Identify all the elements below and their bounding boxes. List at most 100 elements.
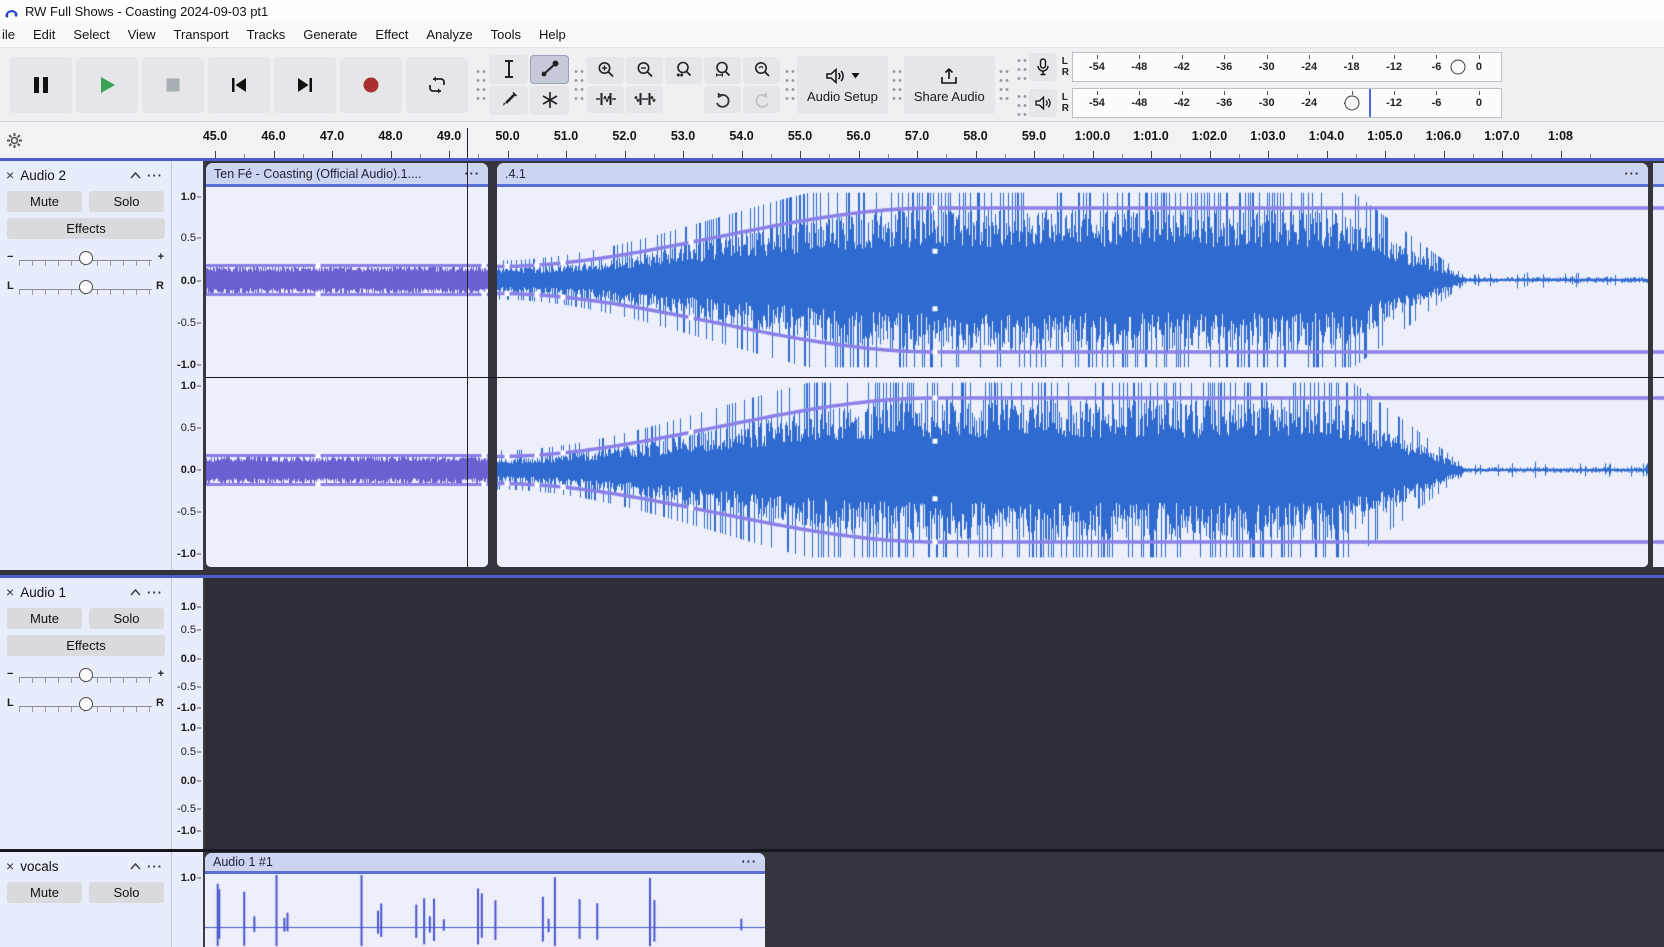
gain-slider-thumb[interactable] bbox=[79, 668, 93, 682]
mute-button[interactable]: Mute bbox=[7, 608, 82, 629]
track-panel-vocals[interactable]: × vocals ··· Mute Solo bbox=[0, 852, 172, 947]
multi-tool-button[interactable] bbox=[530, 86, 569, 115]
vertical-scale-audio-1[interactable]: 1.00.50.0-0.5-1.01.00.50.0-0.5-1.0 bbox=[172, 578, 205, 849]
playback-meter-scale[interactable]: -54-48-42-36-30-24-18-12-60 bbox=[1072, 88, 1502, 118]
zoom-in-button[interactable] bbox=[587, 57, 624, 84]
menu-item-generate[interactable]: Generate bbox=[294, 23, 366, 46]
recording-meter-button[interactable] bbox=[1029, 53, 1057, 81]
zoom-project-button[interactable] bbox=[704, 57, 741, 84]
mute-button[interactable]: Mute bbox=[7, 191, 82, 212]
solo-button[interactable]: Solo bbox=[89, 882, 164, 903]
solo-button[interactable]: Solo bbox=[89, 191, 164, 212]
menu-item-select[interactable]: Select bbox=[64, 23, 118, 46]
skip-to-start-button[interactable] bbox=[208, 57, 270, 113]
menu-item-transport[interactable]: Transport bbox=[165, 23, 238, 46]
selection-tool-button[interactable] bbox=[489, 55, 528, 84]
vertical-scale-vocals[interactable]: 1.0 bbox=[172, 852, 205, 947]
collapse-track-icon[interactable] bbox=[130, 589, 141, 596]
close-track-icon[interactable]: × bbox=[6, 858, 14, 874]
menu-item-tracks[interactable]: Tracks bbox=[238, 23, 295, 46]
toolbar-grip[interactable] bbox=[783, 64, 795, 106]
timeline-label: 1:02.0 bbox=[1192, 129, 1227, 143]
pan-slider-thumb[interactable] bbox=[79, 280, 93, 294]
clip-header[interactable]: Ten Fé - Coasting (Official Audio).1....… bbox=[206, 163, 488, 187]
clip-header[interactable]: .4.1 ··· bbox=[497, 163, 1648, 187]
toolbar-grip[interactable] bbox=[890, 64, 902, 106]
track-menu-icon[interactable]: ··· bbox=[147, 585, 165, 600]
toolbar-grip[interactable] bbox=[997, 64, 1009, 106]
audio-setup-button[interactable]: Audio Setup bbox=[797, 56, 888, 114]
scale-label: -0.5 bbox=[177, 506, 196, 518]
menu-item-analyze[interactable]: Analyze bbox=[417, 23, 481, 46]
share-audio-button[interactable]: Share Audio bbox=[904, 56, 995, 114]
toolbar-grip[interactable] bbox=[1015, 53, 1027, 81]
scale-label: 0.0 bbox=[181, 464, 196, 476]
silence-selection-button[interactable] bbox=[626, 86, 663, 113]
stop-button[interactable] bbox=[142, 57, 204, 113]
waveform-area-audio-2[interactable]: Ten Fé - Coasting (Official Audio).1....… bbox=[205, 161, 1664, 570]
zoom-out-button[interactable] bbox=[626, 57, 663, 84]
clip-menu-icon[interactable]: ··· bbox=[742, 855, 758, 869]
menu-item-ile[interactable]: ile bbox=[0, 23, 24, 46]
play-button[interactable] bbox=[76, 57, 138, 113]
zoom-selection-button[interactable] bbox=[665, 57, 702, 84]
pan-slider[interactable]: L R bbox=[0, 268, 171, 297]
playback-meter-button[interactable] bbox=[1029, 89, 1057, 117]
track-name[interactable]: vocals bbox=[20, 859, 58, 874]
audio-clip[interactable] bbox=[1653, 163, 1664, 567]
loop-button[interactable] bbox=[406, 57, 468, 113]
record-button[interactable] bbox=[340, 57, 402, 113]
menu-item-view[interactable]: View bbox=[119, 23, 165, 46]
menu-item-effect[interactable]: Effect bbox=[366, 23, 417, 46]
toolbar-grip[interactable] bbox=[572, 64, 584, 106]
vertical-scale-audio-2[interactable]: 1.00.50.0-0.5-1.01.00.50.0-0.5-1.0 bbox=[172, 161, 205, 570]
gain-slider[interactable]: − + bbox=[0, 656, 171, 685]
clip-menu-icon[interactable]: ··· bbox=[1625, 167, 1641, 181]
pan-slider-thumb[interactable] bbox=[79, 697, 93, 711]
audio-clip[interactable]: Ten Fé - Coasting (Official Audio).1....… bbox=[206, 163, 488, 567]
audio-clip[interactable]: .4.1 ··· bbox=[497, 163, 1648, 567]
waveform-canvas[interactable] bbox=[205, 874, 765, 947]
mute-button[interactable]: Mute bbox=[7, 882, 82, 903]
audio-clip[interactable]: Audio 1 #1 ··· bbox=[205, 853, 765, 947]
menu-item-edit[interactable]: Edit bbox=[24, 23, 64, 46]
effects-button[interactable]: Effects bbox=[7, 218, 165, 239]
meter-gain-slider-thumb[interactable] bbox=[1344, 95, 1359, 110]
zoom-toggle-button[interactable] bbox=[743, 57, 780, 84]
toolbar-grip[interactable] bbox=[474, 64, 486, 106]
pause-button[interactable] bbox=[10, 57, 72, 113]
solo-button[interactable]: Solo bbox=[89, 608, 164, 629]
gain-slider-thumb[interactable] bbox=[79, 251, 93, 265]
timeline-ruler[interactable]: 45.046.047.048.049.050.051.052.053.054.0… bbox=[0, 122, 1664, 158]
close-track-icon[interactable]: × bbox=[6, 584, 14, 600]
collapse-track-icon[interactable] bbox=[130, 172, 141, 179]
close-track-icon[interactable]: × bbox=[6, 167, 14, 183]
skip-to-end-button[interactable] bbox=[274, 57, 336, 113]
menu-item-help[interactable]: Help bbox=[530, 23, 575, 46]
waveform-area-vocals[interactable]: Audio 1 #1 ··· bbox=[205, 852, 1664, 947]
clip-header[interactable]: Audio 1 #1 ··· bbox=[205, 853, 765, 874]
envelope-tool-button[interactable] bbox=[530, 55, 569, 84]
clip-header[interactable] bbox=[1653, 163, 1664, 187]
toolbar-grip[interactable] bbox=[1015, 89, 1027, 117]
effects-button[interactable]: Effects bbox=[7, 635, 165, 656]
undo-button[interactable] bbox=[704, 86, 741, 113]
track-name[interactable]: Audio 1 bbox=[20, 585, 66, 600]
recording-meter-scale[interactable]: -54-48-42-36-30-24-18-12-60 bbox=[1072, 52, 1502, 82]
trim-outside-selection-button[interactable] bbox=[587, 86, 624, 113]
waveform-area-audio-1[interactable] bbox=[205, 578, 1664, 849]
track-menu-icon[interactable]: ··· bbox=[147, 168, 165, 183]
track-panel-audio-2[interactable]: × Audio 2 ··· Mute Solo Effects − + L R bbox=[0, 161, 172, 570]
track-panel-audio-1[interactable]: × Audio 1 ··· Mute Solo Effects − + L R bbox=[0, 578, 172, 849]
menu-item-tools[interactable]: Tools bbox=[482, 23, 530, 46]
timeline-options-gear-icon[interactable] bbox=[6, 132, 23, 149]
redo-button[interactable] bbox=[743, 86, 780, 113]
pan-slider[interactable]: L R bbox=[0, 685, 171, 714]
meter-tick bbox=[1309, 91, 1310, 95]
collapse-track-icon[interactable] bbox=[130, 863, 141, 870]
track-menu-icon[interactable]: ··· bbox=[147, 859, 165, 874]
track-name[interactable]: Audio 2 bbox=[20, 168, 66, 183]
gain-slider[interactable]: − + bbox=[0, 239, 171, 268]
draw-tool-button[interactable] bbox=[489, 86, 528, 115]
meter-gain-slider-thumb[interactable] bbox=[1450, 59, 1465, 74]
